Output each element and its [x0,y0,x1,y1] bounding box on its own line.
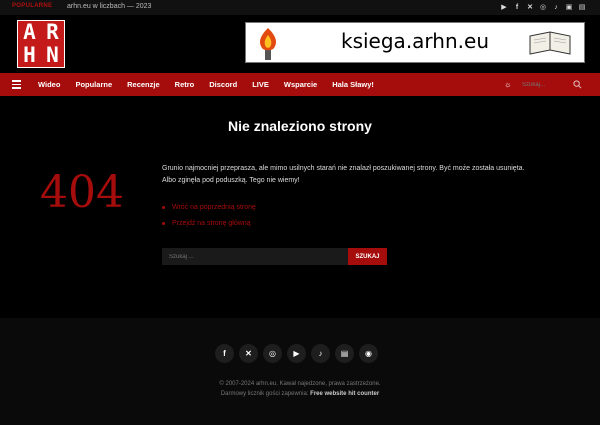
page-title: Nie znaleziono strony [228,118,372,134]
twitch-icon[interactable]: ▤ [335,344,354,363]
bullet-icon [162,206,165,209]
rss-icon[interactable]: ◉ [359,344,378,363]
top-social-icons: ▶ f ✕ ◎ ♪ ▣ ▤ [500,3,586,11]
nav-item-wideo[interactable]: Wideo [38,73,60,96]
x-icon[interactable]: ✕ [526,3,534,11]
link-home-label: Przejdź na stronę główną [172,220,251,227]
error-message: Grunio najmocniej przeprasza, ale mimo u… [162,165,525,184]
logo-letter: R [46,20,59,44]
twitch-icon[interactable]: ▤ [578,3,586,11]
counter-line: Darmowy licznik gości zapewnia: Free web… [0,389,600,399]
nav-item-wsparcie[interactable]: Wsparcie [284,73,317,96]
copyright-text: © 2007-2024 arhn.eu. Kawał najedzone, pr… [219,381,381,387]
counter-text: Darmowy licznik gości zapewnia: [220,391,309,397]
top-bar: POPULARNE arhn.eu w liczbach — 2023 ▶ f … [0,0,600,15]
site-header: A R H N ksiega.arhn.eu [0,15,600,73]
nav-item-retro[interactable]: Retro [175,73,195,96]
site-logo[interactable]: A R H N [17,20,65,68]
tiktok-icon[interactable]: ♪ [552,3,560,11]
trending-label: POPULARNE [12,3,53,9]
ad-banner[interactable]: ksiega.arhn.eu [245,22,585,63]
bullet-icon [162,222,165,225]
link-home[interactable]: Przejdź na stronę główną [162,220,256,227]
flame-icon [260,28,276,60]
site-footer: f ✕ ◎ ▶ ♪ ▤ ◉ © 2007-2024 arhn.eu. Kawał… [0,318,600,425]
footer-social-icons: f ✕ ◎ ▶ ♪ ▤ ◉ [215,344,378,363]
banner-text: ksiega.arhn.eu [341,29,489,53]
search-button[interactable]: SZUKAJ [348,248,387,265]
nav-item-hala-slawy[interactable]: Hala Sławy! [332,73,374,96]
discord-icon[interactable]: ▣ [565,3,573,11]
nav-list: Wideo Popularne Recenzje Retro Discord L… [38,73,389,96]
main-nav: Wideo Popularne Recenzje Retro Discord L… [0,73,600,96]
ticker-link[interactable]: arhn.eu w liczbach — 2023 [67,3,151,10]
error-code: 404 [40,167,124,218]
logo-letter: H [23,43,36,67]
nav-search [518,78,586,91]
menu-icon[interactable] [12,80,21,89]
search-input[interactable] [162,248,348,265]
instagram-icon[interactable]: ◎ [539,3,547,11]
search-icon[interactable] [573,80,582,89]
nav-search-input[interactable] [518,78,578,91]
tiktok-icon[interactable]: ♪ [311,344,330,363]
sun-icon[interactable]: ☼ [504,80,513,89]
book-icon [529,31,571,55]
nav-item-recenzje[interactable]: Recenzje [127,73,160,96]
nav-item-discord[interactable]: Discord [209,73,237,96]
logo-letter: N [46,43,59,67]
facebook-icon[interactable]: f [215,344,234,363]
search-form: SZUKAJ [162,248,387,265]
link-back-label: Wróć na poprzednią stronę [172,204,256,211]
instagram-icon[interactable]: ◎ [263,344,282,363]
x-icon[interactable]: ✕ [239,344,258,363]
error-links: Wróć na poprzednią stronę Przejdź na str… [162,204,256,236]
nav-item-popularne[interactable]: Popularne [75,73,112,96]
link-back[interactable]: Wróć na poprzednią stronę [162,204,256,211]
youtube-icon[interactable]: ▶ [500,3,508,11]
facebook-icon[interactable]: f [513,3,521,11]
nav-item-live[interactable]: LIVE [252,73,269,96]
counter-link[interactable]: Free website hit counter [310,391,379,397]
logo-letter: A [23,20,36,44]
copyright: © 2007-2024 arhn.eu. Kawał najedzone, pr… [0,379,600,399]
youtube-icon[interactable]: ▶ [287,344,306,363]
